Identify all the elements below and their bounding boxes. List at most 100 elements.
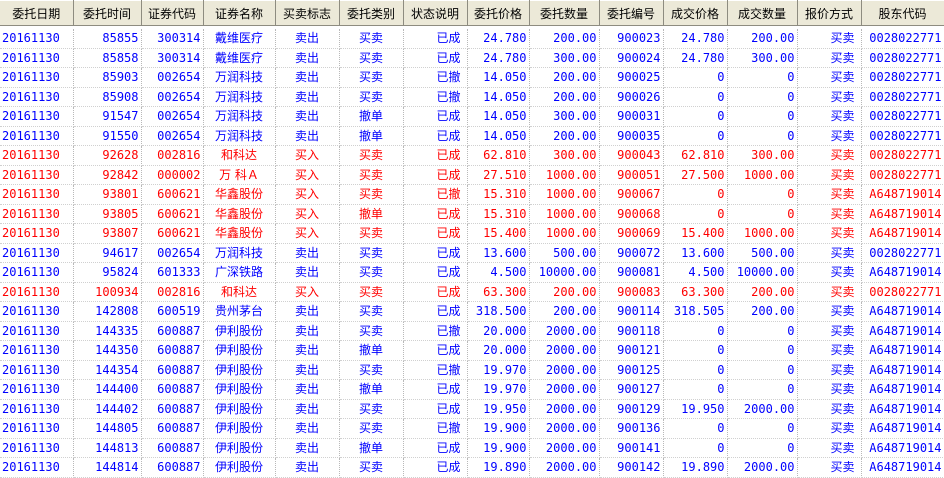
cell-holder-code: 0028022771: [861, 165, 944, 185]
cell-order-no: 900125: [599, 360, 664, 380]
cell-status: 已成: [403, 301, 468, 322]
cell-order-time: 91547: [73, 106, 142, 127]
table-row[interactable]: 20161130 91547 002654 万润科技 卖出 撤单 已成 14.050 300.0…: [0, 106, 944, 127]
cell-fill-qty: 0: [727, 340, 798, 361]
cell-order-date: 20161130: [0, 165, 74, 185]
cell-order-type: 买卖: [339, 321, 404, 341]
table-row[interactable]: 20161130 144813 600887 伊利股份 卖出 撤单 已成 19.900 2000…: [0, 438, 944, 458]
column-header-fill-qty[interactable]: 成交数量: [727, 0, 798, 26]
cell-security-code: 600621: [141, 223, 204, 244]
column-header-order-no[interactable]: 委托编号: [599, 0, 664, 26]
cell-order-qty: 500.00: [529, 243, 600, 263]
table-row[interactable]: 20161130 85855 300314 戴维医疗 卖出 买卖 已成 24.780 200.0…: [0, 29, 944, 49]
cell-fill-qty: 0: [727, 379, 798, 400]
column-header-holder-code[interactable]: 股东代码: [861, 0, 944, 26]
cell-order-qty: 200.00: [529, 301, 600, 322]
cell-security-code: 002816: [141, 282, 204, 302]
cell-order-date: 20161130: [0, 399, 74, 419]
cell-fill-price: 0: [663, 438, 728, 458]
table-row[interactable]: 20161130 92628 002816 和科达 买入 买卖 已成 62.810 300.00…: [0, 145, 944, 166]
cell-status: 已撤: [403, 321, 468, 341]
cell-order-price: 19.970: [467, 360, 530, 380]
cell-security-name: 万润科技: [203, 106, 276, 127]
table-row[interactable]: 20161130 94617 002654 万润科技 卖出 买卖 已成 13.600 500.0…: [0, 243, 944, 263]
column-header-side-flag[interactable]: 买卖标志: [275, 0, 340, 26]
cell-order-price: 19.890: [467, 457, 530, 478]
column-header-order-qty[interactable]: 委托数量: [529, 0, 600, 26]
cell-quote-mode: 买卖: [797, 126, 862, 146]
cell-order-price: 19.900: [467, 438, 530, 458]
table-row[interactable]: 20161130 95824 601333 广深铁路 卖出 买卖 已成 4.500 10000.…: [0, 262, 944, 283]
table-row[interactable]: 20161130 100934 002816 和科达 买入 买卖 已成 63.300 200.0…: [0, 282, 944, 302]
cell-order-price: 20.000: [467, 321, 530, 341]
cell-order-date: 20161130: [0, 87, 74, 107]
column-header-order-type[interactable]: 委托类别: [339, 0, 404, 26]
cell-order-qty: 2000.00: [529, 457, 600, 478]
cell-fill-qty: 0: [727, 67, 798, 88]
table-row[interactable]: 20161130 144335 600887 伊利股份 卖出 买卖 已撤 20.000 2000…: [0, 321, 944, 341]
cell-security-code: 002654: [141, 106, 204, 127]
cell-order-type: 买卖: [339, 282, 404, 302]
cell-side-flag: 卖出: [275, 262, 340, 283]
table-row[interactable]: 20161130 85908 002654 万润科技 卖出 买卖 已撤 14.050 200.0…: [0, 87, 944, 107]
column-header-order-time[interactable]: 委托时间: [73, 0, 142, 26]
table-row[interactable]: 20161130 85903 002654 万润科技 卖出 买卖 已撤 14.050 200.0…: [0, 67, 944, 88]
column-header-security-name[interactable]: 证券名称: [203, 0, 276, 26]
cell-order-no: 900068: [599, 204, 664, 224]
table-row[interactable]: 20161130 91550 002654 万润科技 卖出 撤单 已成 14.050 200.0…: [0, 126, 944, 146]
cell-status: 已撤: [403, 67, 468, 88]
cell-side-flag: 卖出: [275, 418, 340, 439]
cell-fill-qty: 0: [727, 126, 798, 146]
table-row[interactable]: 20161130 144400 600887 伊利股份 卖出 撤单 已成 19.970 2000…: [0, 379, 944, 400]
cell-order-time: 144400: [73, 379, 142, 400]
cell-order-type: 撤单: [339, 106, 404, 127]
cell-fill-price: 19.890: [663, 457, 728, 478]
cell-fill-qty: 0: [727, 204, 798, 224]
cell-quote-mode: 买卖: [797, 67, 862, 88]
column-header-order-date[interactable]: 委托日期: [0, 0, 74, 26]
cell-holder-code: 0028022771: [861, 106, 944, 127]
table-row[interactable]: 20161130 144814 600887 伊利股份 卖出 买卖 已成 19.890 2000…: [0, 457, 944, 478]
cell-order-no: 900083: [599, 282, 664, 302]
cell-status: 已撤: [403, 87, 468, 107]
cell-fill-price: 62.810: [663, 145, 728, 166]
table-row[interactable]: 20161130 144350 600887 伊利股份 卖出 撤单 已成 20.000 2000…: [0, 340, 944, 361]
cell-quote-mode: 买卖: [797, 399, 862, 419]
table-row[interactable]: 20161130 144805 600887 伊利股份 卖出 买卖 已撤 19.900 2000…: [0, 418, 944, 439]
cell-order-price: 14.050: [467, 67, 530, 88]
cell-fill-qty: 0: [727, 418, 798, 439]
table-row[interactable]: 20161130 142808 600519 贵州茅台 卖出 买卖 已成 318.500 200…: [0, 301, 944, 322]
cell-order-type: 撤单: [339, 204, 404, 224]
cell-order-no: 900121: [599, 340, 664, 361]
cell-security-name: 万润科技: [203, 67, 276, 88]
cell-security-code: 600621: [141, 184, 204, 205]
cell-holder-code: A648719014: [861, 379, 944, 400]
cell-order-time: 85858: [73, 48, 142, 68]
cell-quote-mode: 买卖: [797, 340, 862, 361]
cell-order-date: 20161130: [0, 418, 74, 439]
column-header-status[interactable]: 状态说明: [403, 0, 468, 26]
cell-order-type: 买卖: [339, 301, 404, 322]
column-header-security-code[interactable]: 证券代码: [141, 0, 204, 26]
table-row[interactable]: 20161130 85858 300314 戴维医疗 卖出 买卖 已成 24.780 300.0…: [0, 48, 944, 68]
cell-security-code: 002654: [141, 126, 204, 146]
cell-fill-price: 0: [663, 126, 728, 146]
cell-order-time: 95824: [73, 262, 142, 283]
cell-holder-code: A648719014: [861, 360, 944, 380]
cell-side-flag: 卖出: [275, 29, 340, 49]
table-row[interactable]: 20161130 93805 600621 华鑫股份 买入 撤单 已成 15.310 1000.…: [0, 204, 944, 224]
table-row[interactable]: 20161130 144402 600887 伊利股份 卖出 买卖 已成 19.950 2000…: [0, 399, 944, 419]
cell-order-price: 15.310: [467, 204, 530, 224]
cell-security-code: 600887: [141, 418, 204, 439]
table-row[interactable]: 20161130 93807 600621 华鑫股份 买入 买卖 已成 15.400 1000.…: [0, 223, 944, 244]
table-row[interactable]: 20161130 144354 600887 伊利股份 卖出 买卖 已撤 19.970 2000…: [0, 360, 944, 380]
cell-fill-price: 4.500: [663, 262, 728, 283]
cell-order-qty: 300.00: [529, 106, 600, 127]
table-row[interactable]: 20161130 92842 000002 万 科Ａ 买入 买卖 已成 27.510 1000.…: [0, 165, 944, 185]
column-header-fill-price[interactable]: 成交价格: [663, 0, 728, 26]
cell-order-time: 142808: [73, 301, 142, 322]
column-header-quote-mode[interactable]: 报价方式: [797, 0, 862, 26]
cell-order-type: 买卖: [339, 29, 404, 49]
table-row[interactable]: 20161130 93801 600621 华鑫股份 买入 买卖 已撤 15.310 1000.…: [0, 184, 944, 205]
column-header-order-price[interactable]: 委托价格: [467, 0, 530, 26]
